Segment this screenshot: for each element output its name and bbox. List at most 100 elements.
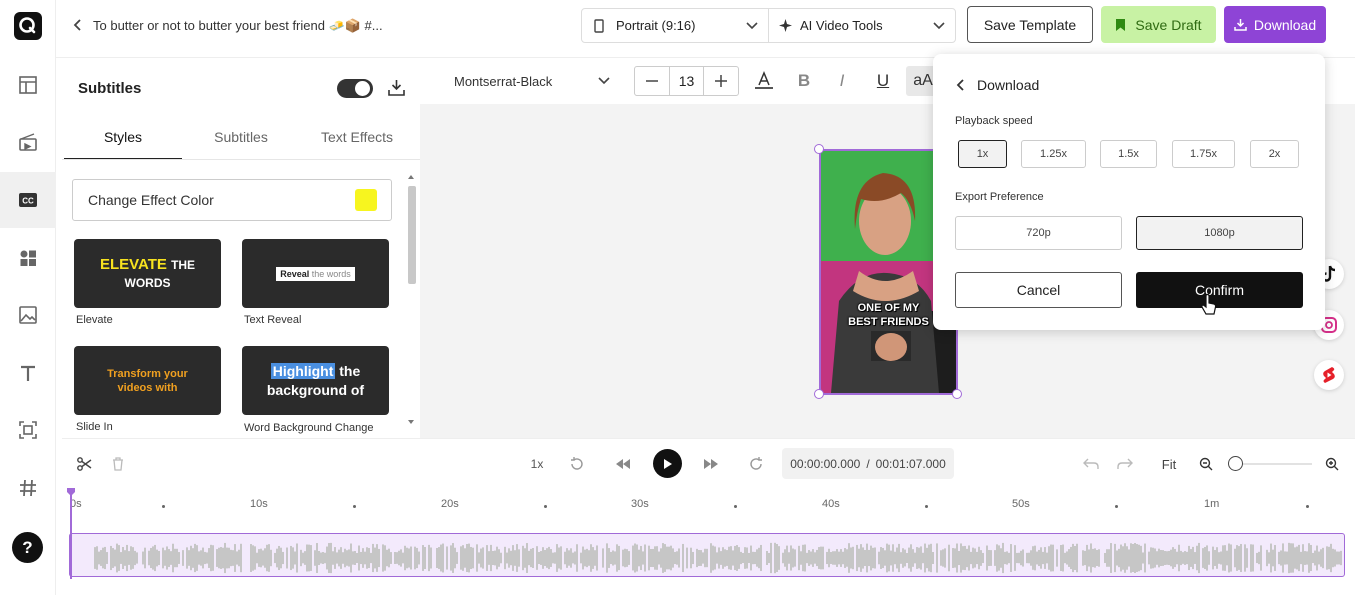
hashtag-icon[interactable] bbox=[0, 460, 56, 516]
speed-option-1.25x[interactable]: 1.25x bbox=[1021, 140, 1086, 168]
waveform-bar bbox=[224, 542, 226, 574]
save-draft-button[interactable]: Save Draft bbox=[1101, 6, 1216, 43]
aspect-ratio-dropdown[interactable]: Portrait (9:16) bbox=[581, 8, 769, 43]
waveform-bar bbox=[1258, 551, 1260, 565]
app-logo[interactable] bbox=[14, 12, 42, 40]
save-template-button[interactable]: Save Template bbox=[967, 6, 1093, 43]
scissors-icon[interactable] bbox=[76, 453, 92, 475]
skip-back-icon[interactable] bbox=[614, 453, 632, 475]
playhead-marker-icon[interactable] bbox=[66, 487, 76, 497]
waveform-bar bbox=[1074, 546, 1076, 570]
cancel-button[interactable]: Cancel bbox=[955, 272, 1122, 308]
images-icon[interactable] bbox=[0, 287, 56, 343]
resize-handle[interactable] bbox=[952, 389, 962, 399]
underline-icon[interactable]: U bbox=[872, 70, 894, 92]
bold-icon[interactable]: B bbox=[793, 70, 815, 92]
speed-option-1x[interactable]: 1x bbox=[958, 140, 1007, 168]
waveform-bar bbox=[1214, 550, 1216, 566]
italic-icon[interactable]: I bbox=[831, 70, 853, 92]
text-color-icon[interactable] bbox=[753, 70, 775, 92]
style-card-word-background[interactable]: Highlight the background of bbox=[242, 346, 389, 415]
subtitles-toggle[interactable] bbox=[337, 79, 373, 98]
decrease-size-button[interactable] bbox=[635, 67, 669, 95]
tab-subtitles[interactable]: Subtitles bbox=[182, 122, 300, 160]
waveform-bar bbox=[990, 550, 992, 566]
text-icon[interactable] bbox=[0, 345, 56, 401]
forward-5s-icon[interactable] bbox=[747, 453, 765, 475]
templates-icon[interactable] bbox=[0, 57, 56, 113]
speed-option-1.5x[interactable]: 1.5x bbox=[1100, 140, 1157, 168]
waveform-bar bbox=[1006, 551, 1008, 565]
increase-size-button[interactable] bbox=[704, 67, 738, 95]
project-title[interactable]: To butter or not to butter your best fri… bbox=[93, 18, 383, 34]
audio-track[interactable] bbox=[69, 533, 1345, 577]
font-size-stepper[interactable]: 13 bbox=[634, 66, 739, 96]
waveform-bar bbox=[918, 547, 920, 569]
waveform-bar bbox=[740, 551, 742, 565]
download-button[interactable]: Download bbox=[1224, 6, 1326, 43]
waveform-bar bbox=[1048, 546, 1050, 570]
play-button[interactable] bbox=[653, 449, 682, 478]
waveform-bar bbox=[788, 552, 790, 564]
waveform-bar bbox=[410, 546, 412, 570]
elevate-preview-word: ELEVATE bbox=[99, 255, 167, 273]
resize-handle[interactable] bbox=[814, 144, 824, 154]
ruler-dot bbox=[162, 505, 165, 508]
effect-color-swatch[interactable] bbox=[355, 189, 377, 211]
youtube-shorts-icon[interactable] bbox=[1314, 360, 1344, 390]
media-icon[interactable] bbox=[0, 114, 56, 170]
style-card-elevate[interactable]: ELEVATE THE WORDS bbox=[74, 239, 221, 308]
resolution-option-1080p[interactable]: 1080p bbox=[1136, 216, 1303, 250]
font-size-value[interactable]: 13 bbox=[668, 67, 705, 95]
change-effect-color-button[interactable]: Change Effect Color bbox=[72, 179, 392, 221]
waveform-bar bbox=[1190, 549, 1192, 567]
speed-option-1.75x[interactable]: 1.75x bbox=[1172, 140, 1235, 168]
ai-video-tools-dropdown[interactable]: AI Video Tools bbox=[768, 8, 956, 43]
elements-icon[interactable] bbox=[0, 230, 56, 286]
playhead[interactable] bbox=[70, 489, 72, 579]
waveform-bar bbox=[920, 546, 922, 570]
style-card-slide-in[interactable]: Transform your videos with bbox=[74, 346, 221, 415]
zoom-slider-track[interactable] bbox=[1242, 463, 1312, 465]
waveform-bar bbox=[364, 551, 366, 565]
trash-icon[interactable] bbox=[110, 453, 126, 475]
waveform-bar bbox=[1140, 545, 1142, 571]
waveform-bar bbox=[154, 544, 156, 572]
zoom-slider-knob[interactable] bbox=[1228, 456, 1243, 471]
waveform-bar bbox=[1118, 548, 1120, 568]
help-icon[interactable]: ? bbox=[12, 532, 43, 563]
confirm-button[interactable]: Confirm bbox=[1136, 272, 1303, 308]
resolution-option-720p[interactable]: 720p bbox=[955, 216, 1122, 250]
subtitles-icon[interactable]: CC bbox=[0, 172, 56, 228]
waveform-bar bbox=[748, 552, 750, 564]
waveform-bar bbox=[94, 547, 96, 569]
waveform-bar bbox=[164, 550, 166, 566]
waveform-bar bbox=[568, 550, 570, 566]
speed-option-2x[interactable]: 2x bbox=[1250, 140, 1299, 168]
playback-speed-button[interactable]: 1x bbox=[527, 453, 547, 475]
resize-handle[interactable] bbox=[814, 389, 824, 399]
waveform-bar bbox=[1332, 548, 1334, 568]
ruler-label: 30s bbox=[631, 498, 649, 510]
back-chevron-icon[interactable] bbox=[956, 78, 966, 92]
waveform-bar bbox=[592, 547, 594, 569]
tab-styles[interactable]: Styles bbox=[64, 122, 182, 160]
waveform-bar bbox=[206, 552, 208, 564]
tab-text-effects[interactable]: Text Effects bbox=[298, 122, 416, 160]
zoom-in-icon[interactable] bbox=[1323, 453, 1341, 475]
panel-scrollbar-thumb[interactable] bbox=[408, 186, 416, 284]
zoom-out-icon[interactable] bbox=[1197, 453, 1215, 475]
fit-button[interactable]: Fit bbox=[1156, 453, 1182, 475]
undo-icon[interactable] bbox=[1082, 453, 1100, 475]
style-card-text-reveal[interactable]: Reveal the words bbox=[242, 239, 389, 308]
waveform-bar bbox=[260, 548, 262, 568]
font-dropdown[interactable]: Montserrat-Black bbox=[442, 66, 622, 96]
back-chevron-icon[interactable] bbox=[72, 18, 84, 32]
skip-forward-icon[interactable] bbox=[702, 453, 720, 475]
download-subtitles-icon[interactable] bbox=[388, 79, 405, 96]
rewind-5s-icon[interactable] bbox=[568, 453, 586, 475]
resize-icon[interactable] bbox=[0, 402, 56, 458]
redo-icon[interactable] bbox=[1116, 453, 1134, 475]
waveform-bar bbox=[326, 546, 328, 570]
waveform-bar bbox=[356, 552, 358, 564]
